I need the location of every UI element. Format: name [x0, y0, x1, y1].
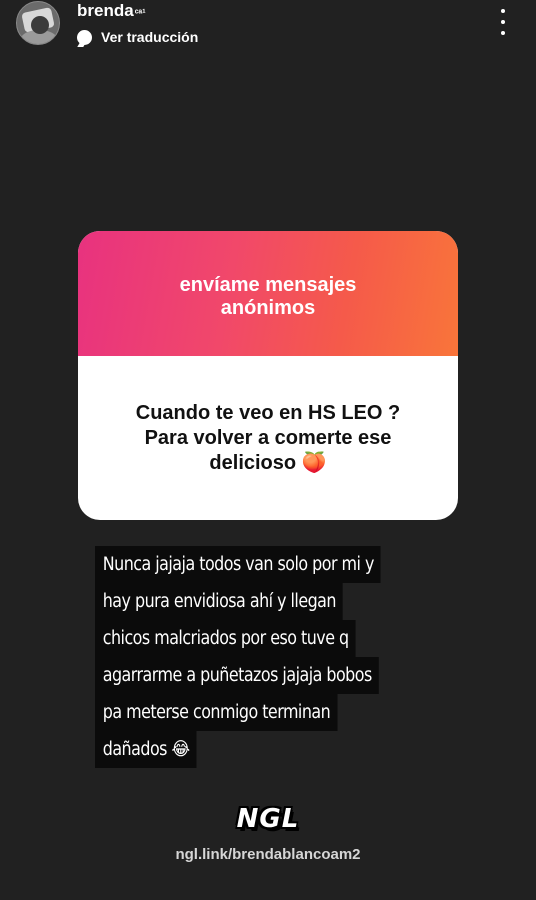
card-header: envíame mensajes anónimos — [78, 231, 458, 356]
more-vertical-icon[interactable] — [496, 9, 510, 35]
avatar[interactable] — [16, 1, 60, 45]
ngl-question-card: envíame mensajes anónimos Cuando te veo … — [78, 231, 458, 520]
reply-line: agarrarme a puñetazos jajaja bobos — [95, 657, 379, 694]
menu-dot — [501, 31, 505, 35]
reply-line: Nunca jajaja todos van solo por mi y — [95, 546, 381, 583]
reply-line: hay pura envidiosa ahí y llegan — [95, 583, 343, 620]
username-suffix: ᶜᵃ¹ — [134, 8, 146, 19]
reply-line: dañados 😂 — [95, 731, 197, 768]
card-body: Cuando te veo en HS LEO ? Para volver a … — [78, 356, 458, 520]
menu-dot — [501, 9, 505, 13]
avatar-image-part — [31, 16, 49, 34]
reply-line: chicos malcriados por eso tuve q — [95, 620, 356, 657]
reply-text-block: Nunca jajaja todos van solo por mi y hay… — [95, 546, 445, 768]
menu-dot — [501, 20, 505, 24]
username-text[interactable]: brenda — [77, 1, 134, 20]
ngl-link[interactable]: ngl.link/brendablancoam2 — [0, 846, 536, 863]
question-text: Cuando te veo en HS LEO ? Para volver a … — [135, 401, 401, 474]
translate-label: Ver traducción — [101, 29, 199, 45]
reply-line: pa meterse conmigo terminan — [95, 694, 338, 731]
ngl-logo-text: NGL — [236, 804, 300, 834]
username[interactable]: brendaᶜᵃ¹ — [77, 1, 146, 21]
ngl-logo[interactable]: NGL — [231, 800, 305, 838]
story-header: brendaᶜᵃ¹ Ver traducción — [0, 0, 536, 56]
card-title: envíame mensajes anónimos — [179, 273, 357, 319]
translate-button[interactable]: Ver traducción — [77, 28, 198, 46]
speech-bubble-icon — [77, 29, 92, 45]
